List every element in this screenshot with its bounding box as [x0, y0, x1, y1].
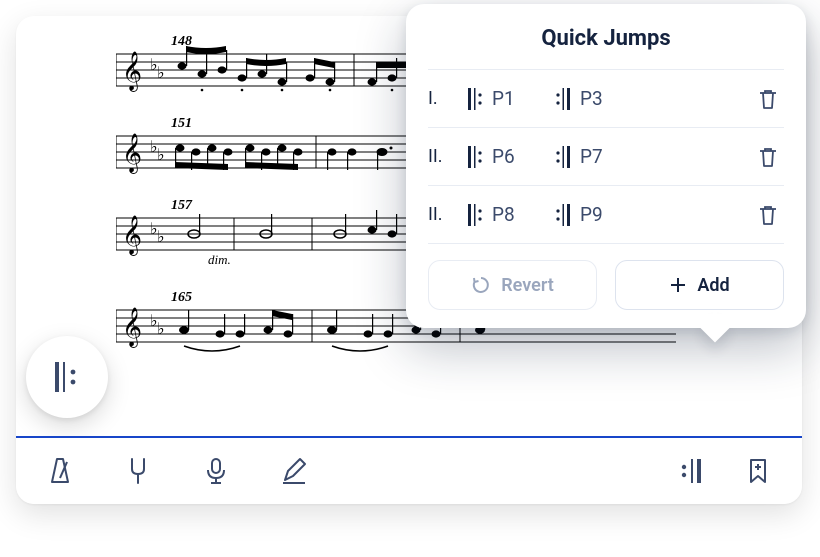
- measure-number: 148: [171, 34, 192, 50]
- revert-button[interactable]: Revert: [428, 260, 597, 310]
- jump-from: P1: [492, 87, 546, 110]
- jump-ordinal: I.: [428, 88, 458, 109]
- measure-number: 165: [171, 290, 192, 306]
- metronome-button[interactable]: [40, 451, 80, 491]
- revert-icon: [471, 275, 491, 295]
- popover-actions: Revert Add: [428, 243, 784, 310]
- jump-from: P6: [492, 145, 546, 168]
- expression-marking: dim.: [208, 252, 231, 266]
- end-repeat-icon: [546, 203, 580, 227]
- delete-jump-button[interactable]: [752, 141, 784, 173]
- svg-text:𝄞: 𝄞: [122, 216, 142, 256]
- add-button[interactable]: Add: [615, 260, 784, 310]
- start-repeat-icon: [458, 87, 492, 111]
- tuning-fork-button[interactable]: [118, 451, 158, 491]
- delete-jump-button[interactable]: [752, 83, 784, 115]
- mic-button[interactable]: [196, 451, 236, 491]
- svg-text:𝄞: 𝄞: [122, 308, 142, 348]
- tuning-fork-icon: [123, 456, 153, 486]
- mic-icon: [201, 456, 231, 486]
- revert-label: Revert: [501, 275, 554, 296]
- delete-jump-button[interactable]: [752, 199, 784, 231]
- jump-row[interactable]: II. P6 P7: [428, 127, 784, 185]
- bottom-toolbar: [16, 438, 802, 504]
- quick-jumps-button[interactable]: [672, 451, 712, 491]
- svg-text:𝄞: 𝄞: [122, 134, 142, 174]
- plus-icon: [669, 276, 687, 294]
- bookmark-button[interactable]: [738, 451, 778, 491]
- end-repeat-icon: [546, 87, 580, 111]
- start-repeat-icon: [53, 360, 81, 394]
- jump-ordinal: II.: [428, 146, 458, 167]
- pencil-icon: [279, 456, 309, 486]
- quick-jumps-popover: Quick Jumps I. P1 P3 II. P6 P7: [406, 4, 806, 328]
- add-label: Add: [697, 275, 729, 296]
- trash-icon: [757, 146, 779, 168]
- jump-to: P9: [580, 203, 634, 226]
- jump-row[interactable]: II. P8 P9: [428, 185, 784, 243]
- svg-text:𝄞: 𝄞: [122, 52, 142, 92]
- end-repeat-icon: [546, 145, 580, 169]
- measure-number: 151: [171, 116, 192, 132]
- measure-number: 157: [171, 198, 192, 214]
- bookmark-add-icon: [743, 456, 773, 486]
- metronome-icon: [45, 456, 75, 486]
- jump-from: P8: [492, 203, 546, 226]
- popover-title: Quick Jumps: [428, 26, 784, 51]
- jump-ordinal: II.: [428, 204, 458, 225]
- svg-text:♭: ♭: [157, 227, 165, 246]
- repeat-fab[interactable]: [26, 336, 108, 418]
- jump-to: P3: [580, 87, 634, 110]
- start-repeat-icon: [458, 203, 492, 227]
- end-repeat-icon: [678, 456, 706, 486]
- jump-row[interactable]: I. P1 P3: [428, 69, 784, 127]
- annotate-button[interactable]: [274, 451, 314, 491]
- svg-text:♭: ♭: [157, 319, 165, 338]
- jump-to: P7: [580, 145, 634, 168]
- start-repeat-icon: [458, 145, 492, 169]
- trash-icon: [757, 204, 779, 226]
- trash-icon: [757, 88, 779, 110]
- svg-text:♭: ♭: [157, 145, 165, 164]
- svg-text:♭: ♭: [157, 63, 165, 82]
